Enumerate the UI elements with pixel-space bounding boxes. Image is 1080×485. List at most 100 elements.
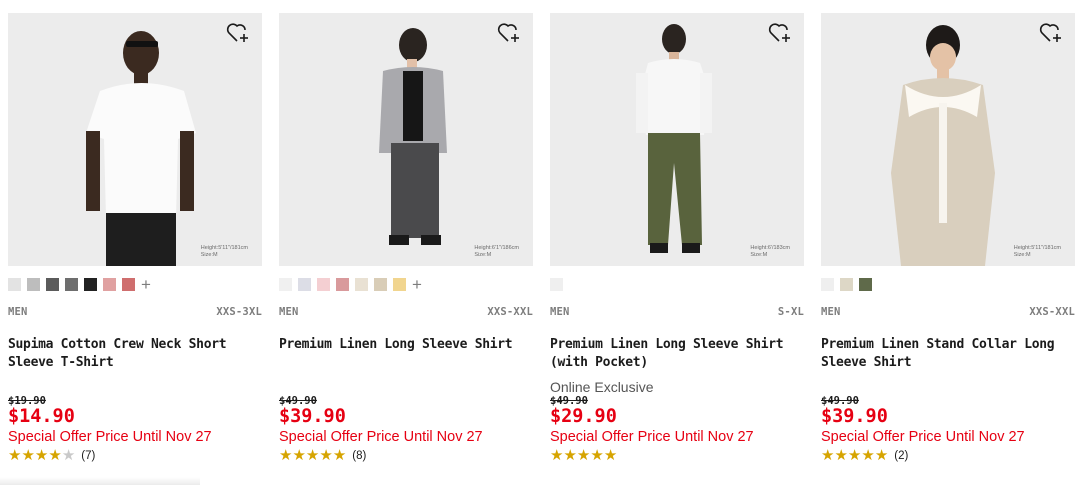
color-swatch[interactable]: [393, 277, 406, 291]
heart-plus-icon: [497, 23, 519, 42]
rating: ★★★★★: [550, 448, 804, 463]
product-name[interactable]: Supima Cotton Crew Neck Short Sleeve T-S…: [8, 336, 262, 380]
color-swatch[interactable]: [46, 277, 59, 291]
color-swatch[interactable]: [65, 277, 78, 291]
product-meta-row: MEN XXS-3XL: [8, 306, 262, 318]
rating: ★★★★★ (8): [279, 448, 533, 463]
color-swatch[interactable]: [279, 277, 292, 291]
color-swatch[interactable]: [317, 277, 330, 291]
product-image[interactable]: Height:6'/183cm Size:M: [550, 13, 804, 266]
gender-label: MEN: [550, 306, 570, 318]
model-height: Height:6'/183cm: [750, 245, 790, 251]
model-size-note: Height:6'/183cm Size:M: [750, 245, 790, 258]
model-height: Height:5'11"/181cm: [200, 245, 248, 251]
exclusive-label: Online Exclusive: [550, 379, 654, 395]
product-card[interactable]: Height:5'11"/181cm Size:M + MEN XXS-3XL …: [8, 13, 262, 463]
model-size-note: Height:6'1"/186cm Size:M: [474, 245, 519, 258]
special-offer-text: Special Offer Price Until Nov 27: [279, 429, 483, 445]
color-swatch[interactable]: [859, 277, 872, 291]
star-icon: ★: [563, 447, 577, 464]
product-image[interactable]: Height:5'11"/181cm Size:M: [8, 13, 262, 266]
sale-price: $39.90: [821, 406, 888, 427]
star-icon: ★: [821, 447, 835, 464]
model-photo: [550, 13, 804, 266]
star-icon: ★★★★★: [821, 448, 888, 463]
product-card[interactable]: Height:5'11"/181cm Size:M MEN XXS-XXL Pr…: [821, 13, 1075, 463]
star-icon: ★: [61, 447, 76, 464]
size-range: XXS-3XL: [216, 306, 262, 318]
color-swatch[interactable]: [336, 277, 349, 291]
star-icon: ★: [332, 447, 347, 464]
model-photo: [821, 13, 1075, 266]
star-icon: ★: [590, 447, 604, 464]
review-count: (2): [894, 449, 909, 462]
exclusive-label: [8, 379, 262, 395]
product-name[interactable]: Premium Linen Stand Collar Long Sleeve S…: [821, 336, 1075, 380]
color-swatches: [821, 277, 1075, 291]
sale-price: $39.90: [279, 406, 346, 427]
rating: ★★★★★ (7): [8, 448, 262, 463]
color-swatch[interactable]: [355, 277, 368, 291]
product-card[interactable]: Height:6'/183cm Size:M MEN S-XL Premium …: [550, 13, 804, 463]
rating: ★★★★★ (2): [821, 448, 1075, 463]
model-size: Size:M: [1013, 251, 1031, 258]
star-icon: ★: [8, 447, 22, 464]
product-name[interactable]: Premium Linen Long Sleeve Shirt (with Po…: [550, 336, 804, 380]
model-size: Size:M: [200, 251, 218, 258]
heart-plus-icon: [768, 23, 790, 42]
model-size-note: Height:5'11"/181cm Size:M: [1014, 245, 1061, 258]
product-image[interactable]: Height:6'1"/186cm Size:M: [279, 13, 533, 266]
color-swatches: +: [8, 276, 262, 293]
product-meta-row: MEN XXS-XXL: [821, 306, 1075, 318]
more-colors-icon[interactable]: +: [412, 276, 422, 293]
wishlist-button[interactable]: [1039, 22, 1065, 44]
size-range: XXS-XXL: [1029, 306, 1075, 318]
product-image[interactable]: Height:5'11"/181cm Size:M: [821, 13, 1075, 266]
size-range: S-XL: [777, 306, 804, 318]
color-swatch[interactable]: [840, 277, 853, 291]
star-icon: ★: [874, 447, 889, 464]
sale-price: $29.90: [550, 406, 617, 427]
star-icon: ★: [48, 447, 62, 464]
color-swatch[interactable]: [103, 277, 116, 291]
size-range: XXS-XXL: [487, 306, 533, 318]
star-icon: ★: [861, 447, 875, 464]
color-swatch[interactable]: [298, 277, 311, 291]
color-swatch[interactable]: [821, 277, 834, 291]
heart-plus-icon: [226, 23, 248, 42]
exclusive-label: [279, 379, 533, 395]
wishlist-button[interactable]: [768, 22, 794, 44]
star-icon: ★: [34, 447, 49, 464]
model-size: Size:M: [750, 251, 768, 258]
star-icon: ★★★★★: [279, 448, 346, 463]
exclusive-label: [821, 379, 1075, 395]
color-swatch[interactable]: [84, 277, 97, 291]
model-height: Height:6'1"/186cm: [474, 245, 519, 251]
product-meta-row: MEN XXS-XXL: [279, 306, 533, 318]
bottom-shadow: [0, 477, 200, 485]
gender-label: MEN: [821, 306, 841, 318]
color-swatch[interactable]: [27, 277, 40, 291]
product-meta-row: MEN S-XL: [550, 306, 804, 318]
wishlist-button[interactable]: [497, 22, 523, 44]
special-offer-text: Special Offer Price Until Nov 27: [550, 429, 754, 445]
color-swatch[interactable]: [550, 277, 563, 291]
color-swatch[interactable]: [8, 277, 21, 291]
gender-label: MEN: [279, 306, 299, 318]
more-colors-icon[interactable]: +: [141, 276, 151, 293]
product-name[interactable]: Premium Linen Long Sleeve Shirt: [279, 336, 533, 380]
model-size: Size:M: [474, 251, 492, 258]
star-icon: ★: [603, 447, 618, 464]
heart-plus-icon: [1039, 23, 1061, 42]
review-count: (8): [352, 449, 367, 462]
color-swatches: +: [279, 276, 533, 293]
sale-price: $14.90: [8, 406, 75, 427]
special-offer-text: Special Offer Price Until Nov 27: [821, 429, 1025, 445]
color-swatch[interactable]: [374, 277, 387, 291]
product-card[interactable]: Height:6'1"/186cm Size:M + MEN XXS-XXL P…: [279, 13, 533, 463]
color-swatch[interactable]: [122, 277, 135, 291]
star-icon: ★: [21, 447, 35, 464]
model-height: Height:5'11"/181cm: [1013, 245, 1061, 251]
wishlist-button[interactable]: [226, 22, 252, 44]
star-icon: ★: [834, 447, 848, 464]
